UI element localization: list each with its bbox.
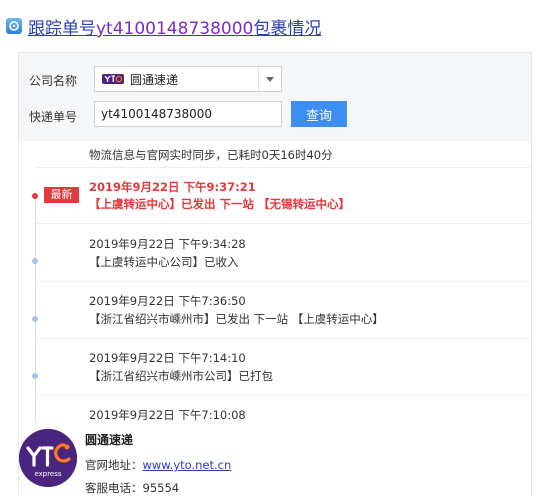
- divider: [37, 167, 531, 168]
- timeline-dot-latest: [32, 193, 38, 199]
- website-row: 官网地址：www.yto.net.cn: [85, 457, 231, 473]
- page-title-row: 跟踪单号yt4100148738000包裹情况: [6, 14, 321, 39]
- tracking-panel: 公司名称 圆通速递 快递单号 查询 物流信息与官网实时同步，已耗时0天16时40…: [18, 52, 532, 498]
- query-button[interactable]: 查询: [291, 101, 347, 127]
- chevron-down-icon[interactable]: [258, 67, 281, 91]
- title-suffix: 包裹情况: [253, 18, 322, 39]
- tracking-timeline: 物流信息与官网实时同步，已耗时0天16时40分 最新 2019年9月22日 下午…: [19, 141, 531, 421]
- yto-logo-icon: [102, 73, 124, 85]
- logo-text: express: [34, 470, 61, 478]
- sync-note: 物流信息与官网实时同步，已耗时0天16时40分: [89, 148, 333, 162]
- company-info: express 圆通速递 官网地址：www.yto.net.cn 客服电话：95…: [19, 421, 531, 498]
- website-label: 官网地址：: [85, 458, 143, 472]
- entry-time: 2019年9月22日 下午7:36:50: [89, 294, 246, 308]
- tracking-label: 快递单号: [29, 110, 78, 124]
- timeline-dot: [32, 373, 38, 379]
- phone-row: 客服电话：95554: [85, 480, 179, 496]
- entry-desc: 【上虞转运中心】已发出 下一站 【无锡转运中心】: [89, 197, 351, 211]
- package-icon: [6, 18, 22, 34]
- entry-time: 2019年9月22日 下午9:37:21: [89, 180, 256, 194]
- entry-time: 2019年9月22日 下午7:14:10: [89, 351, 246, 365]
- entry-time: 2019年9月22日 下午7:10:08: [89, 408, 246, 421]
- timeline-dot: [32, 316, 38, 322]
- divider: [37, 395, 531, 396]
- entry-time: 2019年9月22日 下午9:34:28: [89, 237, 246, 251]
- divider: [37, 223, 531, 224]
- divider: [37, 281, 531, 282]
- yto-company-logo: express: [19, 429, 77, 487]
- page-title-link[interactable]: 跟踪单号yt4100148738000包裹情况: [28, 14, 321, 39]
- timeline-line: [35, 193, 36, 421]
- entry-desc: 【上虞转运中心公司】已收入: [89, 255, 239, 269]
- phone-label: 客服电话：: [85, 481, 143, 495]
- company-select[interactable]: 圆通速递: [94, 66, 282, 92]
- entry-desc: 【浙江省绍兴市嵊州市】已发出 下一站 【上虞转运中心】: [89, 312, 384, 326]
- latest-badge: 最新: [44, 187, 79, 203]
- company-label: 公司名称: [29, 74, 78, 88]
- phone-number: 95554: [142, 481, 180, 495]
- title-tracking-number: yt4100148738000: [96, 18, 254, 39]
- entry-desc: 【浙江省绍兴市嵊州市公司】已打包: [89, 369, 273, 383]
- timeline-dot: [32, 258, 38, 264]
- website-link[interactable]: www.yto.net.cn: [143, 458, 232, 472]
- title-prefix: 跟踪单号: [28, 18, 96, 39]
- company-name: 圆通速递: [85, 433, 134, 447]
- company-select-value: 圆通速递: [130, 72, 179, 87]
- tracking-number-input[interactable]: [94, 101, 282, 127]
- divider: [37, 338, 531, 339]
